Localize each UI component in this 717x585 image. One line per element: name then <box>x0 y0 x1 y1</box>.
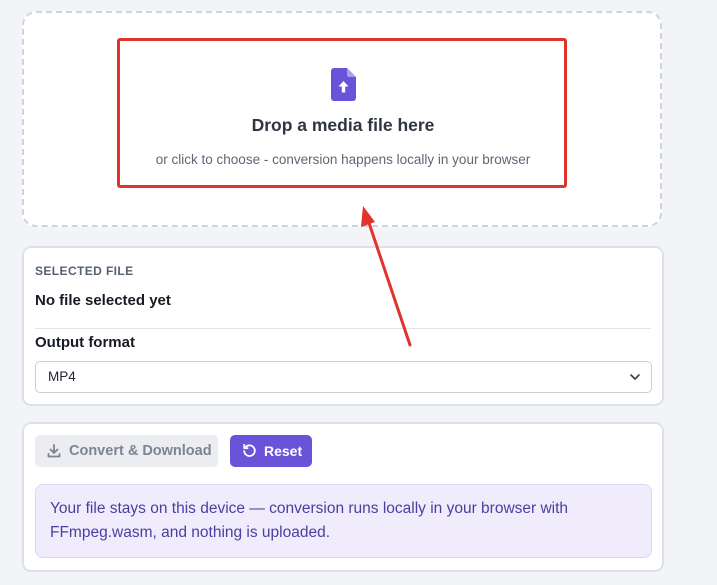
file-upload-icon <box>331 68 356 101</box>
dropzone-subtitle: or click to choose - conversion happens … <box>155 152 531 167</box>
selected-file-label: SELECTED FILE <box>35 264 134 278</box>
privacy-notice: Your file stays on this device — convers… <box>35 484 652 558</box>
output-format-value: MP4 <box>48 369 76 384</box>
output-format-select[interactable]: MP4 <box>35 361 652 393</box>
actions-panel: Convert & Download Reset Your file stays… <box>22 422 664 572</box>
selected-file-status: No file selected yet <box>35 292 171 309</box>
reset-button[interactable]: Reset <box>230 435 312 467</box>
convert-download-label: Convert & Download <box>69 443 212 459</box>
dropzone-title: Drop a media file here <box>251 115 435 135</box>
chevron-down-icon <box>630 374 640 380</box>
reset-label: Reset <box>264 443 303 459</box>
panel-divider <box>35 328 651 329</box>
output-format-label: Output format <box>35 334 135 351</box>
convert-download-button[interactable]: Convert & Download <box>35 435 218 467</box>
download-icon <box>47 444 61 458</box>
reset-icon <box>243 443 256 457</box>
selected-file-panel: SELECTED FILE No file selected yet Outpu… <box>22 246 664 406</box>
